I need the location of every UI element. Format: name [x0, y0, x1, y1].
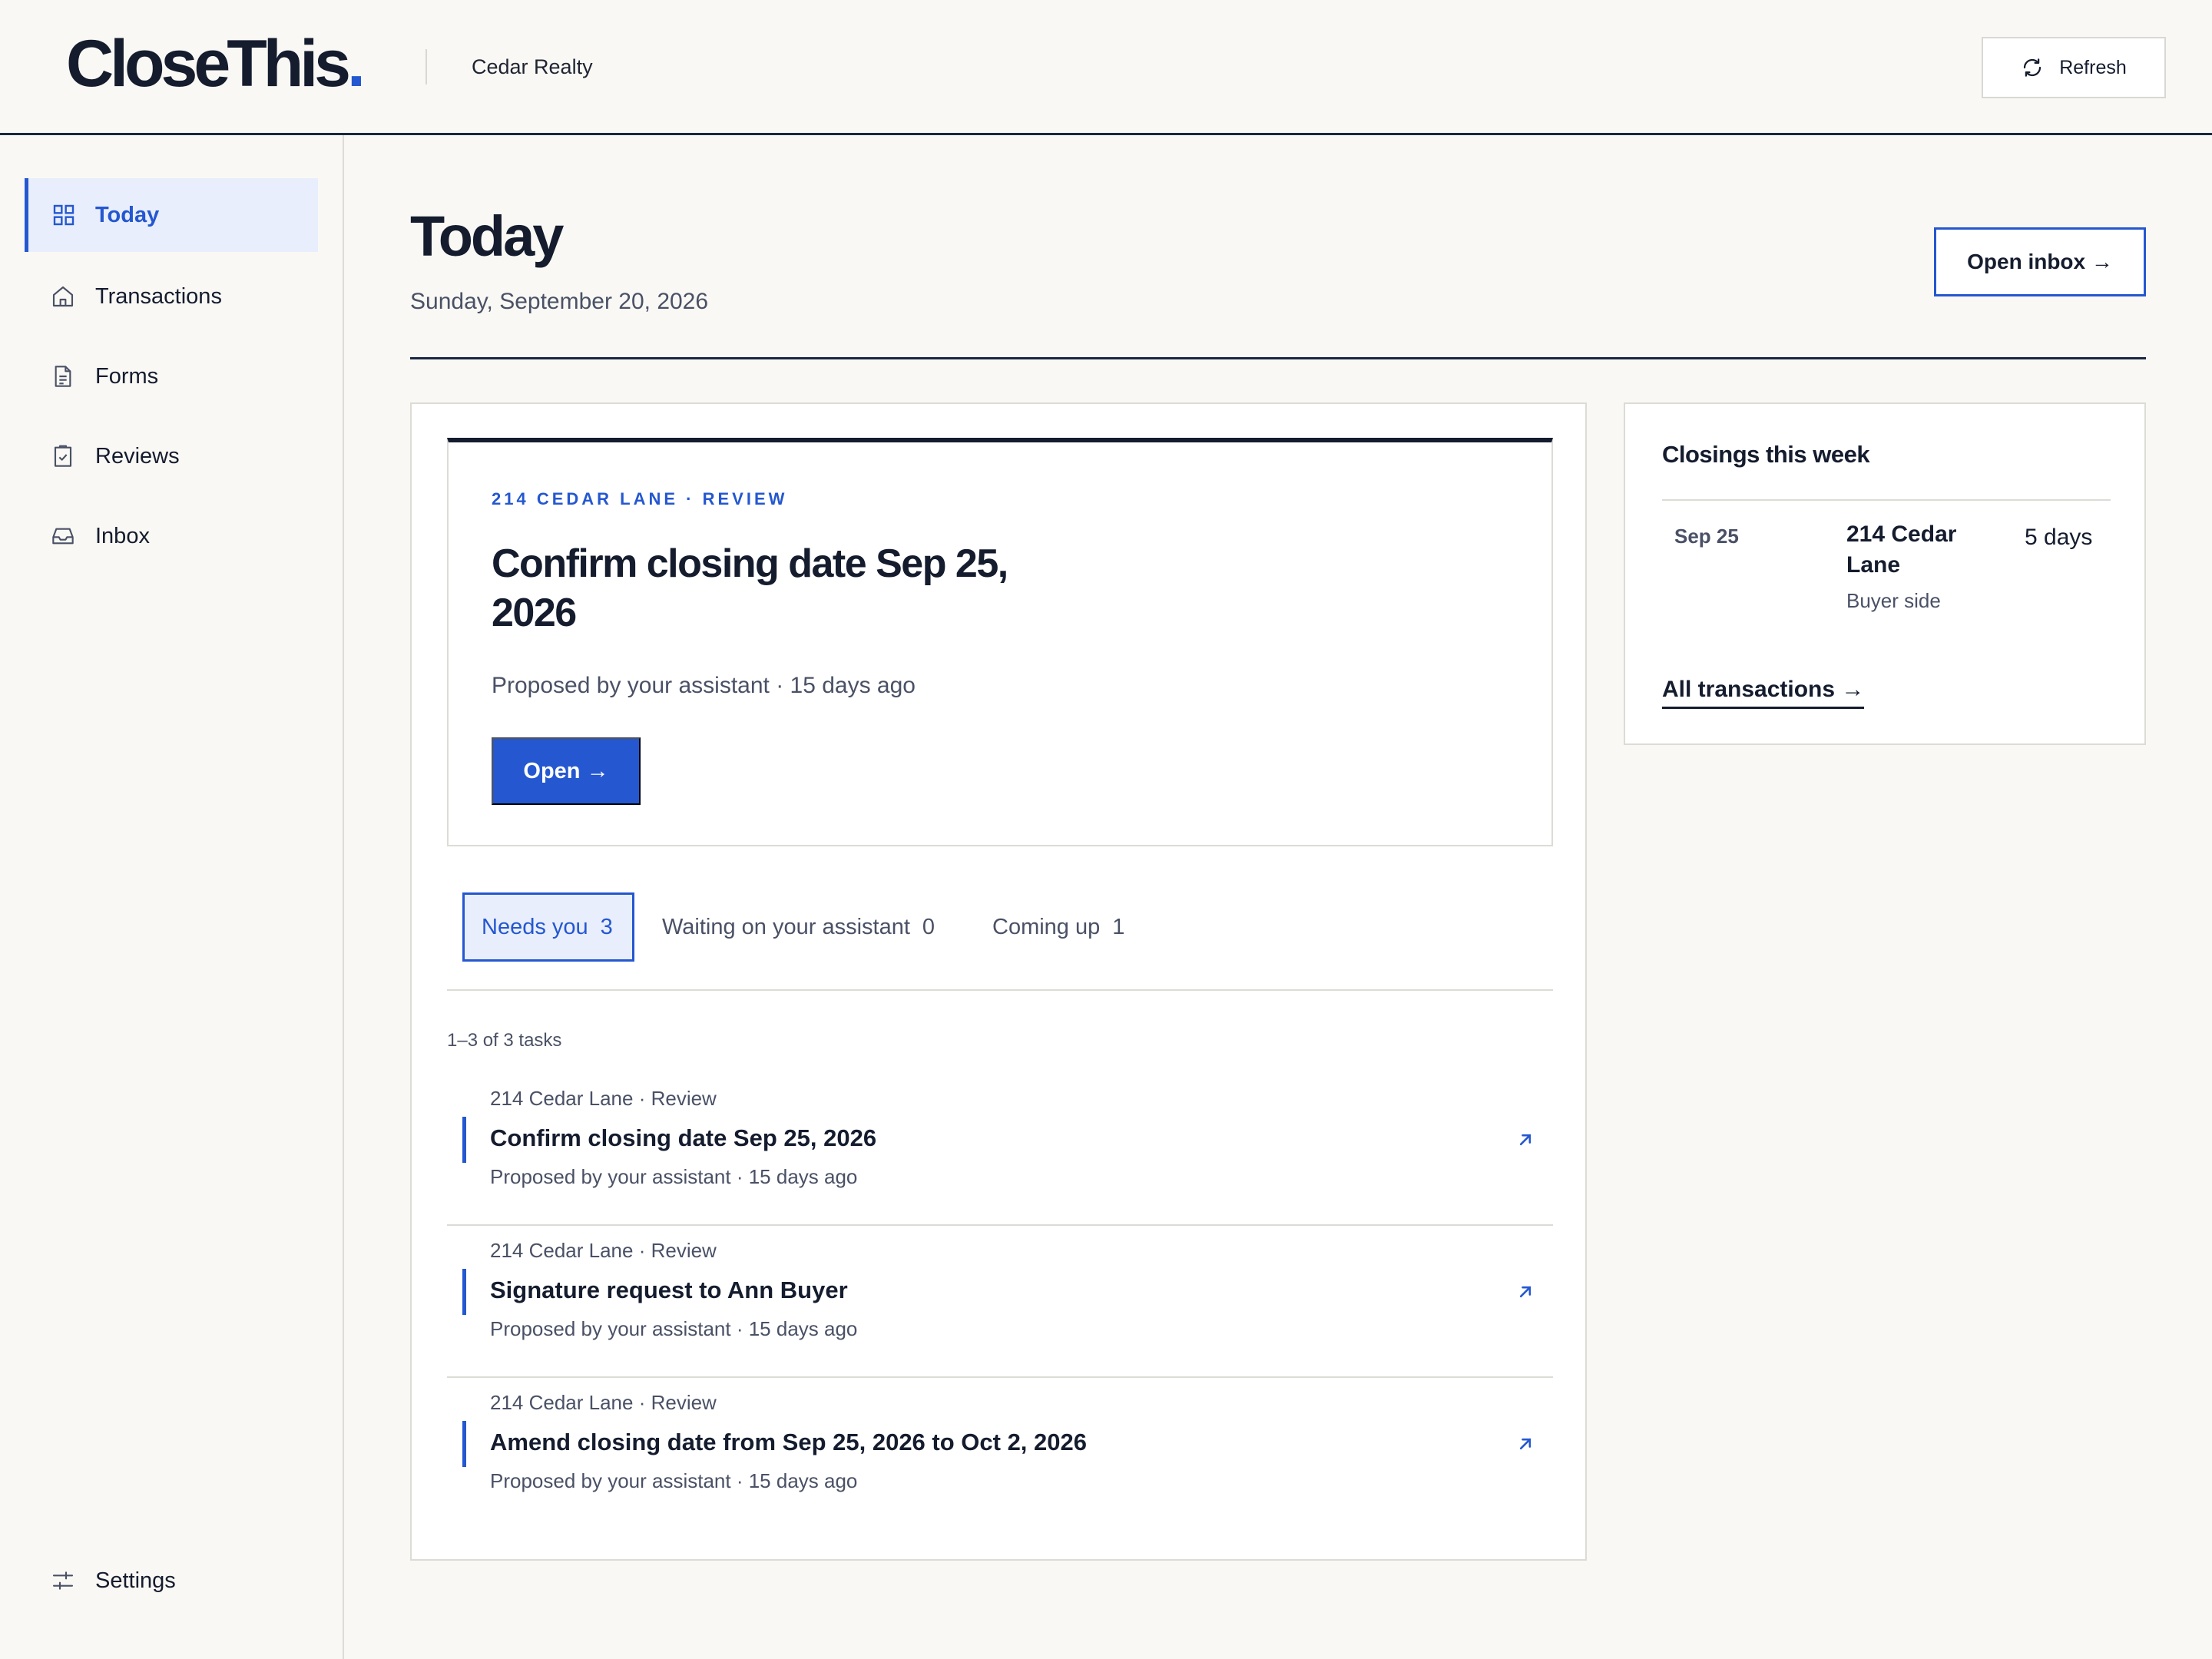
- task-title: Signature request to Ann Buyer: [490, 1277, 848, 1303]
- task-meta: Proposed by your assistant · 15 days ago: [490, 1469, 858, 1492]
- logo-text: CloseThis: [66, 27, 351, 101]
- closings-divider: [1662, 499, 2111, 501]
- tab-needs-you[interactable]: Needs you 3: [462, 892, 634, 962]
- closings-title: Closings this week: [1662, 441, 1870, 468]
- focus-task-meta: Proposed by your assistant · 15 days ago: [492, 673, 916, 698]
- clipboard-check-icon: [51, 444, 75, 469]
- task-title: Confirm closing date Sep 25, 2026: [490, 1124, 877, 1151]
- task-row[interactable]: 214 Cedar Lane · Review Amend closing da…: [447, 1378, 1553, 1530]
- closing-address: 214 Cedar Lane: [1846, 522, 1957, 578]
- sidebar-item-label: Transactions: [95, 284, 222, 309]
- tabs-divider: [447, 989, 1553, 991]
- task-context: 214 Cedar Lane · Review: [490, 1239, 717, 1262]
- tab-count: 0: [922, 914, 935, 939]
- focus-task-title: Confirm closing date Sep 25, 2026: [492, 541, 1008, 635]
- tab-label: Coming up: [992, 914, 1101, 939]
- inbox-icon: [51, 524, 75, 548]
- open-task-button[interactable]: Open →: [492, 737, 641, 805]
- header-divider: [426, 49, 427, 84]
- sidebar-item-forms[interactable]: Forms: [25, 339, 318, 413]
- sidebar-item-label: Reviews: [95, 444, 180, 469]
- task-context: 214 Cedar Lane · Review: [490, 1391, 717, 1414]
- arrow-up-right-icon[interactable]: [1515, 1281, 1536, 1303]
- logo-dot: .: [346, 27, 366, 101]
- task-title: Amend closing date from Sep 25, 2026 to …: [490, 1429, 1087, 1455]
- closings-panel: Closings this week Sep 25 214 Cedar Lane…: [1624, 402, 2146, 745]
- closing-date: Sep 25: [1674, 525, 1739, 548]
- all-transactions-link[interactable]: All transactions →: [1662, 674, 1865, 709]
- tab-waiting-on-assistant[interactable]: Waiting on your assistant 0: [662, 892, 935, 962]
- refresh-label: Refresh: [2059, 56, 2127, 78]
- task-row[interactable]: 214 Cedar Lane · Review Signature reques…: [447, 1226, 1553, 1378]
- sliders-icon: [51, 1568, 75, 1593]
- tab-count: 3: [600, 914, 613, 939]
- focus-task-card: 214 CEDAR LANE · REVIEW Confirm closing …: [447, 438, 1553, 846]
- sidebar-item-label: Inbox: [95, 524, 150, 548]
- task-accent-bar: [462, 1421, 466, 1467]
- sidebar-item-reviews[interactable]: Reviews: [25, 419, 318, 493]
- refresh-icon: [2024, 58, 2041, 77]
- task-accent-bar: [462, 1269, 466, 1315]
- task-count: 1–3 of 3 tasks: [447, 1030, 562, 1051]
- sidebar: Today Transactions Forms Reviews Inbox S…: [0, 135, 344, 1659]
- arrow-up-right-icon[interactable]: [1515, 1433, 1536, 1455]
- tab-coming-up[interactable]: Coming up 1: [992, 892, 1124, 962]
- sidebar-item-inbox[interactable]: Inbox: [25, 499, 318, 573]
- page-title: Today: [410, 204, 564, 268]
- document-icon: [51, 364, 75, 389]
- tasks-panel: 214 CEDAR LANE · REVIEW Confirm closing …: [410, 402, 1587, 1561]
- task-accent-bar: [462, 1117, 466, 1163]
- top-bar: CloseThis. Cedar Realty Refresh: [0, 0, 2212, 135]
- focus-task-kicker: 214 CEDAR LANE · REVIEW: [492, 489, 788, 508]
- task-context: 214 Cedar Lane · Review: [490, 1087, 717, 1110]
- open-inbox-button[interactable]: Open inbox →: [1934, 227, 2146, 296]
- sidebar-item-settings[interactable]: Settings: [25, 1544, 318, 1618]
- task-row[interactable]: 214 Cedar Lane · Review Confirm closing …: [447, 1074, 1553, 1226]
- home-icon: [51, 284, 75, 309]
- logo[interactable]: CloseThis.: [66, 27, 366, 101]
- grid-icon: [51, 203, 76, 227]
- tab-label: Waiting on your assistant: [662, 914, 910, 939]
- sidebar-item-label: Forms: [95, 364, 159, 389]
- closing-side: Buyer side: [1846, 589, 1941, 612]
- settings-label: Settings: [95, 1568, 176, 1593]
- closing-days-remaining: 5 days: [2025, 525, 2093, 550]
- app: CloseThis. Cedar Realty Refresh Today Tr…: [0, 0, 2212, 1659]
- sidebar-item-transactions[interactable]: Transactions: [25, 260, 318, 333]
- tab-label: Needs you: [482, 914, 588, 939]
- refresh-button[interactable]: Refresh: [1982, 37, 2166, 98]
- tab-count: 1: [1112, 914, 1125, 939]
- sidebar-item-today[interactable]: Today: [25, 178, 318, 252]
- arrow-up-right-icon[interactable]: [1515, 1129, 1536, 1151]
- sidebar-item-label: Today: [95, 203, 160, 227]
- header-divider: [410, 357, 2146, 359]
- page-date: Sunday, September 20, 2026: [410, 289, 709, 314]
- organization-name: Cedar Realty: [472, 55, 593, 78]
- task-meta: Proposed by your assistant · 15 days ago: [490, 1165, 858, 1188]
- task-meta: Proposed by your assistant · 15 days ago: [490, 1317, 858, 1340]
